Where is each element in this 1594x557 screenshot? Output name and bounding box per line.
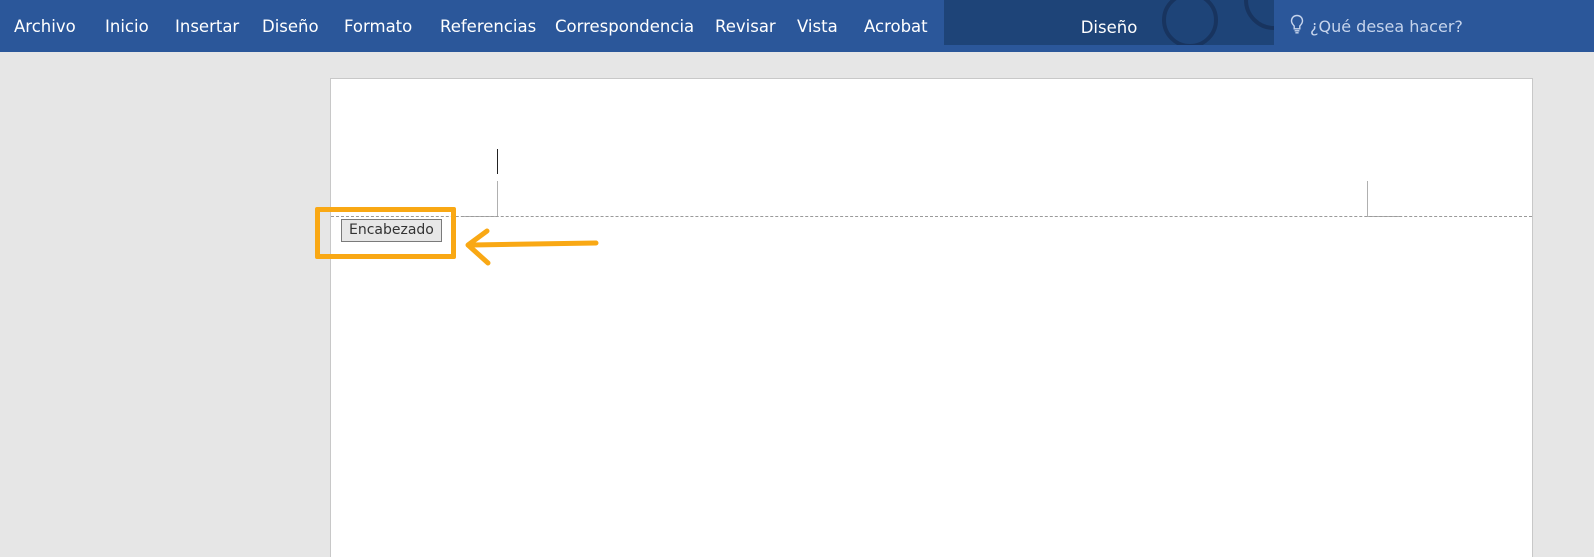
tab-correspondencia[interactable]: Correspondencia <box>555 0 694 52</box>
tab-acrobat[interactable]: Acrobat <box>864 0 928 52</box>
tell-me-search[interactable]: ¿Qué desea hacer? <box>1290 8 1580 44</box>
tab-archivo[interactable]: Archivo <box>14 0 76 52</box>
contextual-tab-group: Diseño <box>944 0 1274 45</box>
tab-inicio[interactable]: Inicio <box>105 0 149 52</box>
header-boundary-line <box>331 216 1532 217</box>
document-page[interactable]: Encabezado <box>330 78 1533 557</box>
tab-formato[interactable]: Formato <box>344 0 412 52</box>
margin-corner-right <box>1367 181 1368 216</box>
tab-vista[interactable]: Vista <box>797 0 838 52</box>
tab-revisar[interactable]: Revisar <box>715 0 776 52</box>
arrow-left-icon <box>456 226 606 274</box>
lightbulb-icon <box>1290 14 1310 38</box>
tab-referencias[interactable]: Referencias <box>440 0 536 52</box>
tab-diseno[interactable]: Diseño <box>262 0 319 52</box>
tab-contextual-diseno[interactable]: Diseño <box>944 0 1274 45</box>
margin-corner-left <box>497 181 498 216</box>
tab-insertar[interactable]: Insertar <box>175 0 239 52</box>
ribbon-bar: Archivo Inicio Insertar Diseño Formato R… <box>0 0 1594 52</box>
text-cursor <box>497 149 498 174</box>
tell-me-placeholder: ¿Qué desea hacer? <box>1310 16 1463 36</box>
annotation-highlight-box <box>315 207 456 259</box>
